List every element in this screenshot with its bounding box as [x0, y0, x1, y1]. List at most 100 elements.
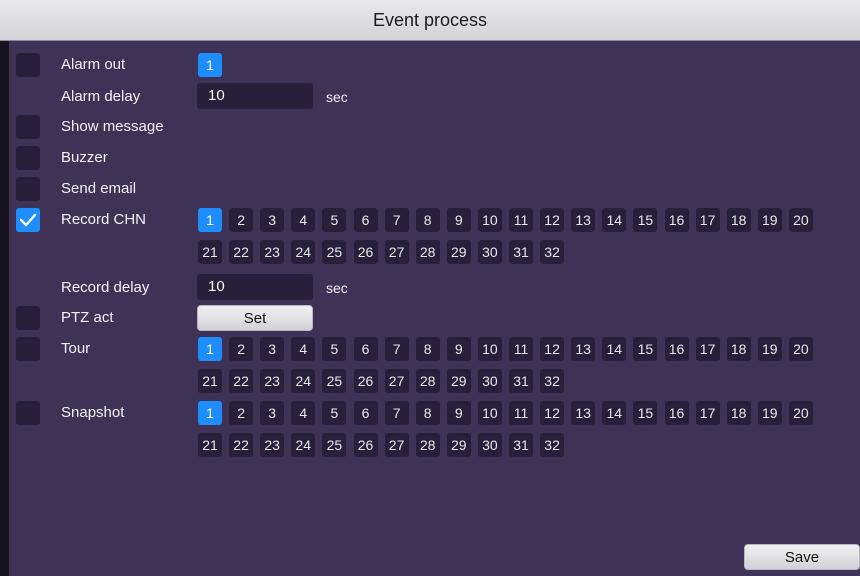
record-chn-channel-26[interactable]: 26 [353, 240, 378, 264]
tour-channel-6[interactable]: 6 [353, 337, 378, 361]
tour-channel-27[interactable]: 27 [384, 369, 409, 393]
tour-channel-1[interactable]: 1 [198, 337, 222, 361]
snapshot-channel-4[interactable]: 4 [291, 401, 316, 425]
tour-channel-2[interactable]: 2 [229, 337, 254, 361]
snapshot-channel-2[interactable]: 2 [229, 401, 254, 425]
snapshot-channel-11[interactable]: 11 [509, 401, 533, 425]
record-chn-channel-9[interactable]: 9 [446, 208, 471, 232]
record-chn-channel-20[interactable]: 20 [788, 208, 813, 232]
tour-channel-13[interactable]: 13 [571, 337, 596, 361]
snapshot-channel-14[interactable]: 14 [602, 401, 627, 425]
snapshot-channel-3[interactable]: 3 [260, 401, 285, 425]
record-chn-channel-31[interactable]: 31 [509, 240, 533, 264]
alarm-delay-input[interactable]: 10 [197, 83, 313, 109]
record-chn-checkbox[interactable] [16, 208, 40, 232]
record-chn-channel-29[interactable]: 29 [446, 240, 471, 264]
tour-channel-23[interactable]: 23 [260, 369, 285, 393]
tour-channel-26[interactable]: 26 [353, 369, 378, 393]
tour-channel-24[interactable]: 24 [291, 369, 316, 393]
record-chn-channel-32[interactable]: 32 [540, 240, 565, 264]
tour-channel-19[interactable]: 19 [757, 337, 782, 361]
record-chn-channel-15[interactable]: 15 [633, 208, 658, 232]
tour-channel-17[interactable]: 17 [695, 337, 720, 361]
record-chn-channel-13[interactable]: 13 [571, 208, 596, 232]
tour-channel-25[interactable]: 25 [322, 369, 347, 393]
record-chn-channel-28[interactable]: 28 [415, 240, 440, 264]
snapshot-channel-21[interactable]: 21 [198, 433, 222, 457]
snapshot-checkbox[interactable] [16, 401, 40, 425]
snapshot-channel-28[interactable]: 28 [415, 433, 440, 457]
ptz-act-checkbox[interactable] [16, 306, 40, 330]
record-chn-channel-25[interactable]: 25 [322, 240, 347, 264]
tour-channel-21[interactable]: 21 [198, 369, 222, 393]
tour-channel-20[interactable]: 20 [788, 337, 813, 361]
snapshot-channel-26[interactable]: 26 [353, 433, 378, 457]
snapshot-channel-8[interactable]: 8 [415, 401, 440, 425]
ptz-set-button[interactable]: Set [197, 305, 313, 331]
tour-channel-11[interactable]: 11 [509, 337, 533, 361]
snapshot-channel-22[interactable]: 22 [229, 433, 254, 457]
snapshot-channel-13[interactable]: 13 [571, 401, 596, 425]
snapshot-channel-17[interactable]: 17 [695, 401, 720, 425]
record-chn-channel-27[interactable]: 27 [384, 240, 409, 264]
tour-channel-16[interactable]: 16 [664, 337, 689, 361]
record-chn-channel-17[interactable]: 17 [695, 208, 720, 232]
tour-channel-18[interactable]: 18 [726, 337, 751, 361]
tour-channel-14[interactable]: 14 [602, 337, 627, 361]
record-chn-channel-3[interactable]: 3 [260, 208, 285, 232]
record-chn-channel-7[interactable]: 7 [384, 208, 409, 232]
snapshot-channel-7[interactable]: 7 [384, 401, 409, 425]
buzzer-checkbox[interactable] [16, 146, 40, 170]
record-chn-channel-19[interactable]: 19 [757, 208, 782, 232]
snapshot-channel-29[interactable]: 29 [446, 433, 471, 457]
record-chn-channel-8[interactable]: 8 [415, 208, 440, 232]
tour-channel-28[interactable]: 28 [415, 369, 440, 393]
snapshot-channel-16[interactable]: 16 [664, 401, 689, 425]
snapshot-channel-24[interactable]: 24 [291, 433, 316, 457]
snapshot-channel-31[interactable]: 31 [509, 433, 533, 457]
snapshot-channel-27[interactable]: 27 [384, 433, 409, 457]
tour-channel-4[interactable]: 4 [291, 337, 316, 361]
snapshot-channel-18[interactable]: 18 [726, 401, 751, 425]
record-delay-input[interactable]: 10 [197, 274, 313, 300]
alarm-out-channel-1[interactable]: 1 [198, 53, 222, 77]
record-chn-channel-10[interactable]: 10 [477, 208, 502, 232]
record-chn-channel-2[interactable]: 2 [229, 208, 254, 232]
tour-checkbox[interactable] [16, 337, 40, 361]
record-chn-channel-6[interactable]: 6 [353, 208, 378, 232]
snapshot-channel-32[interactable]: 32 [540, 433, 565, 457]
snapshot-channel-5[interactable]: 5 [322, 401, 347, 425]
record-chn-channel-24[interactable]: 24 [291, 240, 316, 264]
record-chn-channel-16[interactable]: 16 [664, 208, 689, 232]
tour-channel-9[interactable]: 9 [446, 337, 471, 361]
record-chn-channel-4[interactable]: 4 [291, 208, 316, 232]
snapshot-channel-9[interactable]: 9 [446, 401, 471, 425]
tour-channel-22[interactable]: 22 [229, 369, 254, 393]
snapshot-channel-12[interactable]: 12 [540, 401, 565, 425]
record-chn-channel-18[interactable]: 18 [726, 208, 751, 232]
snapshot-channel-10[interactable]: 10 [477, 401, 502, 425]
alarm-out-checkbox[interactable] [16, 53, 40, 77]
record-chn-channel-30[interactable]: 30 [477, 240, 502, 264]
snapshot-channel-6[interactable]: 6 [353, 401, 378, 425]
snapshot-channel-25[interactable]: 25 [322, 433, 347, 457]
record-chn-channel-21[interactable]: 21 [198, 240, 222, 264]
record-chn-channel-5[interactable]: 5 [322, 208, 347, 232]
record-chn-channel-23[interactable]: 23 [260, 240, 285, 264]
show-message-checkbox[interactable] [16, 115, 40, 139]
tour-channel-32[interactable]: 32 [540, 369, 565, 393]
send-email-checkbox[interactable] [16, 177, 40, 201]
tour-channel-31[interactable]: 31 [509, 369, 533, 393]
record-chn-channel-11[interactable]: 11 [509, 208, 533, 232]
record-chn-channel-22[interactable]: 22 [229, 240, 254, 264]
record-chn-channel-1[interactable]: 1 [198, 208, 222, 232]
tour-channel-3[interactable]: 3 [260, 337, 285, 361]
record-chn-channel-14[interactable]: 14 [602, 208, 627, 232]
tour-channel-30[interactable]: 30 [477, 369, 502, 393]
record-chn-channel-12[interactable]: 12 [540, 208, 565, 232]
tour-channel-8[interactable]: 8 [415, 337, 440, 361]
tour-channel-15[interactable]: 15 [633, 337, 658, 361]
snapshot-channel-30[interactable]: 30 [477, 433, 502, 457]
save-button[interactable]: Save [744, 544, 860, 570]
snapshot-channel-20[interactable]: 20 [788, 401, 813, 425]
